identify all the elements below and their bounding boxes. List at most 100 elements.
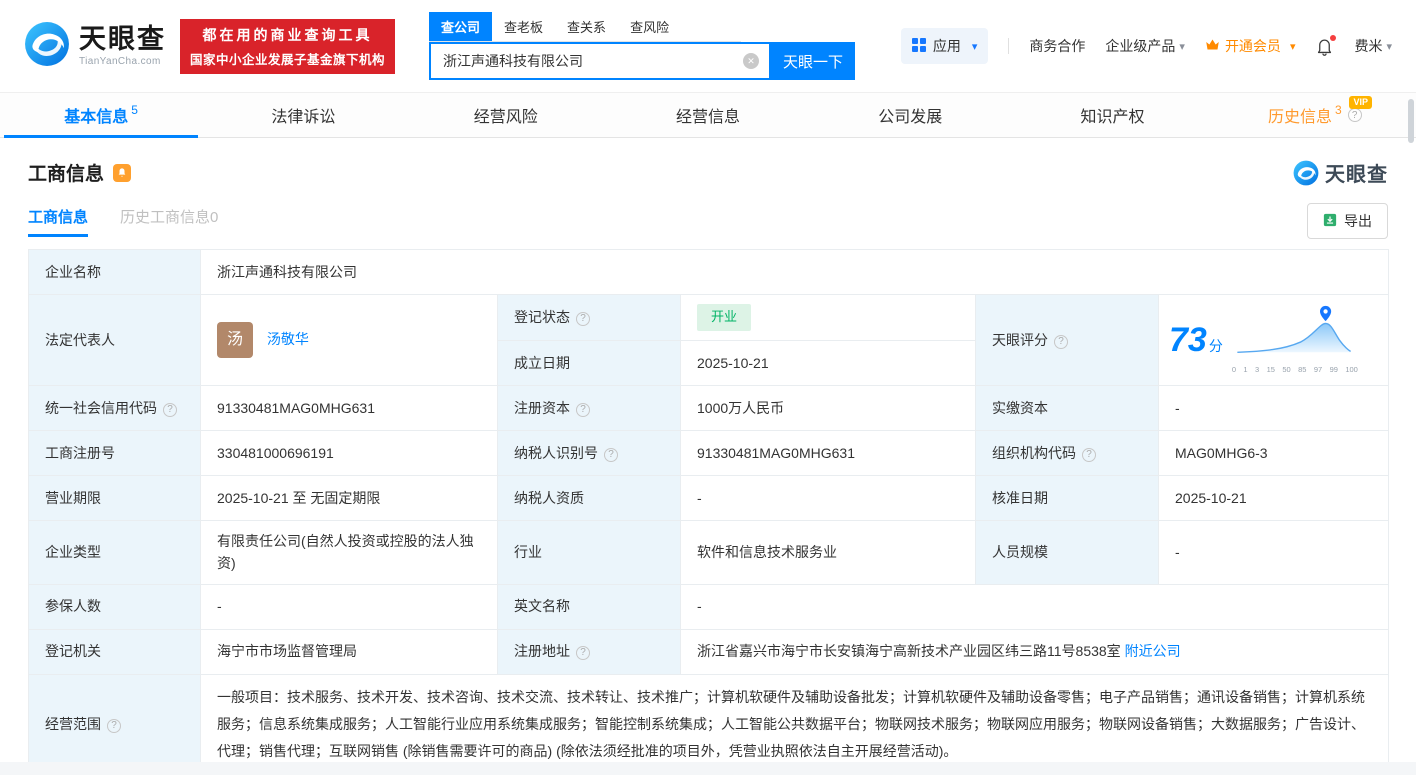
score-chart: 0131550859799100: [1231, 304, 1359, 375]
table-row: 企业类型 有限责任公司(自然人投资或控股的法人独资) 行业 软件和信息技术服务业…: [29, 520, 1389, 584]
taxpayer-id-label: 纳税人识别号: [498, 430, 681, 475]
reg-no-value: 330481000696191: [201, 430, 498, 475]
tab-company-development[interactable]: 公司发展: [809, 93, 1011, 137]
subtab-history-business-info[interactable]: 历史工商信息0: [120, 206, 218, 237]
tab-history-info[interactable]: VIP 历史信息3: [1214, 93, 1416, 137]
staff-size-value: -: [1159, 520, 1389, 584]
insured-value: -: [201, 584, 498, 629]
export-button[interactable]: 导出: [1307, 203, 1388, 239]
reg-status-value: 开业: [681, 295, 976, 341]
tianyancha-logo-icon: [24, 21, 70, 72]
reg-no-label: 工商注册号: [29, 430, 201, 475]
help-icon[interactable]: [1054, 335, 1068, 349]
est-date-label: 成立日期: [498, 340, 681, 385]
tab-operating-risk[interactable]: 经营风险: [405, 93, 607, 137]
address-label: 注册地址: [498, 629, 681, 674]
brand-name: 天眼查: [79, 26, 166, 53]
legal-rep-link[interactable]: 汤敬华: [267, 331, 309, 347]
search-tab-relation[interactable]: 查关系: [555, 12, 618, 41]
help-icon[interactable]: [576, 646, 590, 660]
watermark-logo: 天眼查: [1293, 158, 1388, 187]
authority-label: 登记机关: [29, 629, 201, 674]
subscribe-bell-icon[interactable]: [113, 164, 131, 182]
clear-search-icon[interactable]: [743, 53, 759, 69]
company-type-value: 有限责任公司(自然人投资或控股的法人独资): [201, 520, 498, 584]
table-row: 营业期限 2025-10-21 至 无固定期限 纳税人资质 - 核准日期 202…: [29, 475, 1389, 520]
company-name-label: 企业名称: [29, 250, 201, 295]
user-menu[interactable]: 费米: [1354, 36, 1392, 56]
subtab-business-info[interactable]: 工商信息: [28, 206, 88, 237]
business-info-table: 企业名称 浙江声通科技有限公司 法定代表人 汤 汤敬华 登记状态 开业 天眼评分…: [28, 249, 1389, 775]
english-name-value: -: [681, 584, 1389, 629]
company-type-label: 企业类型: [29, 520, 201, 584]
brand-domain: TianYanCha.com: [79, 57, 166, 67]
search-tab-boss[interactable]: 查老板: [492, 12, 555, 41]
notification-bell-icon[interactable]: [1315, 37, 1334, 56]
table-row: 工商注册号 330481000696191 纳税人识别号 91330481MAG…: [29, 430, 1389, 475]
status-badge: 开业: [697, 304, 751, 331]
nearby-companies-link[interactable]: 附近公司: [1125, 643, 1181, 659]
tab-legal-proceedings[interactable]: 法律诉讼: [202, 93, 404, 137]
header-right: 应用 商务合作 企业级产品 开通会员 费米: [901, 28, 1392, 64]
apps-menu-button[interactable]: 应用: [901, 28, 989, 64]
header-divider: [1008, 38, 1009, 54]
table-row: 登记机关 海宁市市场监督管理局 注册地址 浙江省嘉兴市海宁市长安镇海宁高新技术产…: [29, 629, 1389, 674]
open-vip-button[interactable]: 开通会员: [1205, 36, 1296, 56]
history-help-icon[interactable]: [1348, 108, 1362, 122]
slogan-line1: 都在用的商业查询工具: [190, 25, 385, 45]
slogan-banner: 都在用的商业查询工具 国家中小企业发展子基金旗下机构: [180, 19, 395, 74]
page-scrollbar[interactable]: [1408, 99, 1414, 143]
reg-capital-label: 注册资本: [498, 385, 681, 430]
help-icon[interactable]: [604, 448, 618, 462]
search-input[interactable]: [441, 52, 743, 70]
term-label: 营业期限: [29, 475, 201, 520]
search-button[interactable]: 天眼一下: [771, 42, 855, 80]
address-value: 浙江省嘉兴市海宁市长安镇海宁高新技术产业园区纬三路11号8538室 附近公司: [681, 629, 1389, 674]
business-cooperation-link[interactable]: 商务合作: [1029, 36, 1085, 56]
help-icon[interactable]: [576, 403, 590, 417]
est-date-value: 2025-10-21: [681, 340, 976, 385]
industry-label: 行业: [498, 520, 681, 584]
search-tab-company[interactable]: 查公司: [429, 12, 492, 41]
vip-badge: VIP: [1349, 96, 1372, 109]
tab-operating-info[interactable]: 经营信息: [607, 93, 809, 137]
help-icon[interactable]: [1082, 448, 1096, 462]
notification-dot: [1330, 35, 1336, 41]
org-code-value: MAG0MHG6-3: [1159, 430, 1389, 475]
score-unit: 分: [1209, 338, 1223, 354]
search-tab-risk[interactable]: 查风险: [618, 12, 681, 41]
brand-logo[interactable]: 天眼查 TianYanCha.com: [24, 21, 166, 72]
help-icon[interactable]: [163, 403, 177, 417]
taxpayer-qual-label: 纳税人资质: [498, 475, 681, 520]
insured-label: 参保人数: [29, 584, 201, 629]
tab-intellectual-property[interactable]: 知识产权: [1011, 93, 1213, 137]
term-value: 2025-10-21 至 无固定期限: [201, 475, 498, 520]
staff-size-label: 人员规模: [976, 520, 1159, 584]
reg-status-label: 登记状态: [498, 295, 681, 341]
watermark-brand-text: 天眼查: [1325, 158, 1388, 187]
taxpayer-qual-value: -: [681, 475, 976, 520]
table-row: 经营范围 一般项目：技术服务、技术开发、技术咨询、技术交流、技术转让、技术推广；…: [29, 674, 1389, 775]
apps-label: 应用: [933, 36, 961, 56]
search-tabs: 查公司 查老板 查关系 查风险: [429, 12, 741, 42]
english-name-label: 英文名称: [498, 584, 681, 629]
tianyan-score-cell: 73分: [1159, 295, 1389, 386]
help-icon[interactable]: [576, 312, 590, 326]
legal-rep-avatar[interactable]: 汤: [217, 322, 253, 358]
company-nav-tabs: 基本信息5 法律诉讼 经营风险 经营信息 公司发展 知识产权 VIP 历史信息3: [0, 92, 1416, 138]
table-row: 参保人数 - 英文名称 -: [29, 584, 1389, 629]
tab-basic-info[interactable]: 基本信息5: [0, 93, 202, 137]
slogan-line2: 国家中小企业发展子基金旗下机构: [190, 49, 385, 68]
authority-value: 海宁市市场监督管理局: [201, 629, 498, 674]
search-area: 查公司 查老板 查关系 查风险 天眼一下: [429, 12, 855, 80]
credit-code-value: 91330481MAG0MHG631: [201, 385, 498, 430]
help-icon[interactable]: [107, 719, 121, 733]
table-row: 统一社会信用代码 91330481MAG0MHG631 注册资本 1000万人民…: [29, 385, 1389, 430]
company-name-value: 浙江声通科技有限公司: [201, 250, 1389, 295]
scope-label: 经营范围: [29, 674, 201, 775]
top-header: 天眼查 TianYanCha.com 都在用的商业查询工具 国家中小企业发展子基…: [0, 0, 1416, 92]
score-value: 73: [1169, 321, 1207, 359]
approval-date-value: 2025-10-21: [1159, 475, 1389, 520]
approval-date-label: 核准日期: [976, 475, 1159, 520]
enterprise-products-menu[interactable]: 企业级产品: [1105, 36, 1185, 56]
